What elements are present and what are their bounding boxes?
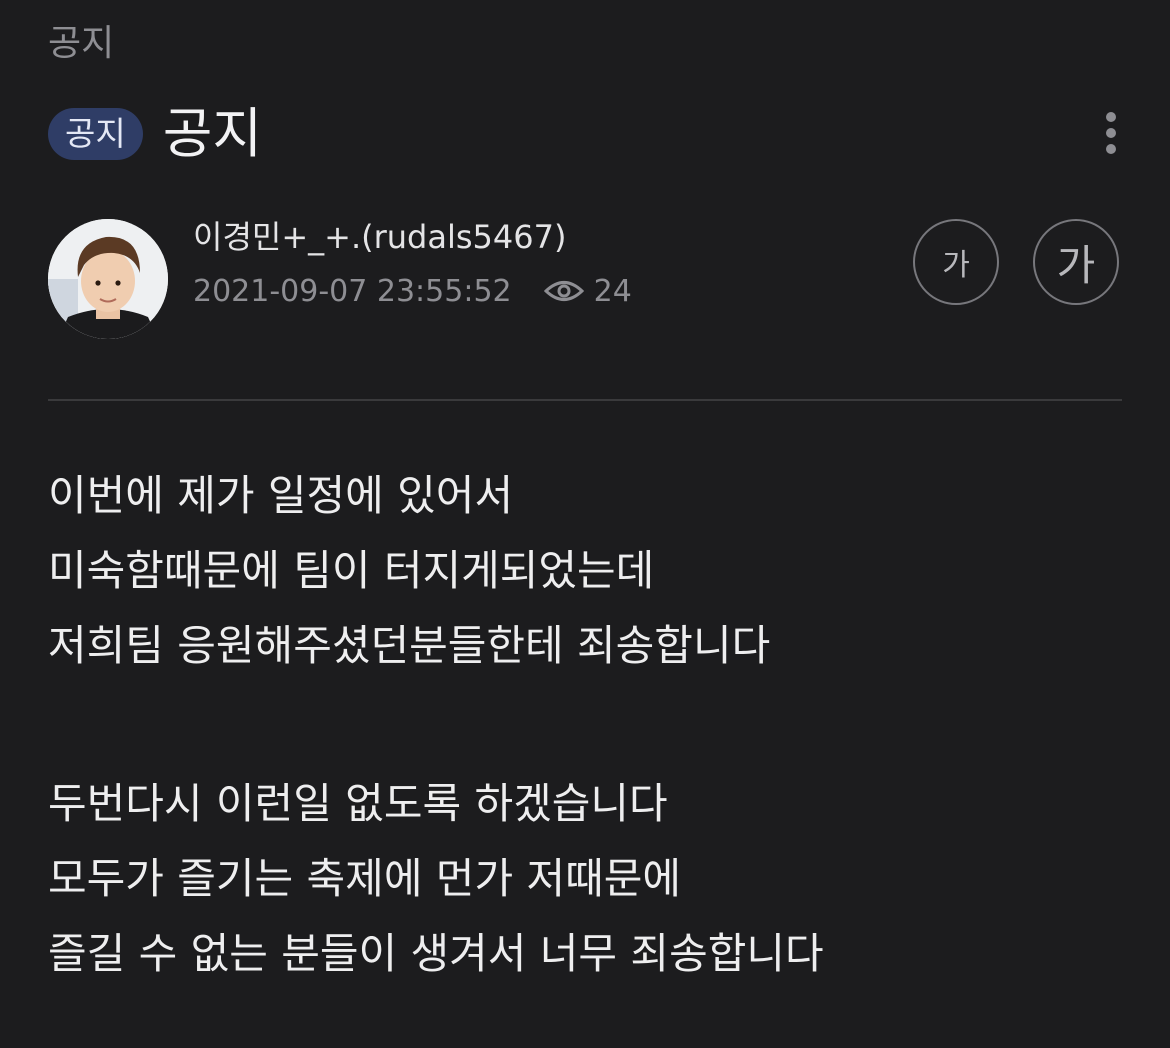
content-line: 두번다시 이런일 없도록 하겠습니다 bbox=[48, 779, 668, 828]
content-line: 즐길 수 없는 분들이 생겨서 너무 죄송합니다 bbox=[48, 929, 824, 978]
avatar-photo bbox=[48, 219, 168, 339]
notice-badge: 공지 bbox=[48, 108, 143, 160]
post-content: 이번에 제가 일정에 있어서 미숙함때문에 팀이 터지게되었는데 저희팀 응원해… bbox=[48, 458, 1128, 991]
paragraph-break bbox=[48, 683, 1128, 766]
divider bbox=[48, 399, 1122, 401]
more-options-button[interactable] bbox=[1096, 108, 1126, 158]
content-line: 모두가 즐기는 축제에 먼가 저때문에 bbox=[48, 854, 682, 903]
content-line: 이번에 제가 일정에 있어서 bbox=[48, 471, 514, 520]
content-line: 미숙함때문에 팀이 터지게되었는데 bbox=[48, 546, 655, 595]
font-size-increase-button[interactable]: 가 bbox=[1033, 219, 1119, 305]
view-count: 24 bbox=[593, 273, 632, 309]
more-vertical-icon bbox=[1106, 112, 1116, 122]
avatar[interactable] bbox=[48, 219, 168, 339]
content-line: 저희팀 응원해주셨던분들한테 죄송합니다 bbox=[48, 621, 771, 670]
post-title: 공지 bbox=[162, 102, 263, 165]
post-meta: 2021-09-07 23:55:52 24 bbox=[193, 268, 632, 314]
font-size-decrease-button[interactable]: 가 bbox=[913, 219, 999, 305]
eye-icon bbox=[543, 281, 584, 301]
post-datetime: 2021-09-07 23:55:52 bbox=[193, 273, 512, 309]
board-category[interactable]: 공지 bbox=[48, 22, 114, 66]
post-title-row: 공지 공지 bbox=[48, 104, 262, 164]
author-name[interactable]: 이경민+_+.(rudals5467) bbox=[193, 214, 566, 260]
